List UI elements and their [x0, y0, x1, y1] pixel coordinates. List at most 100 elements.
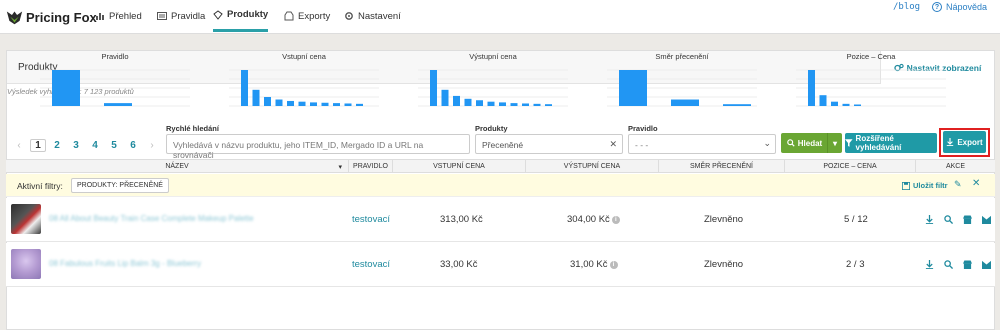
- rule-filter-select[interactable]: - - - ⌄: [628, 134, 776, 154]
- col-direction[interactable]: SMĚR PŘECENĚNÍ: [659, 160, 785, 173]
- download-icon[interactable]: [924, 214, 935, 225]
- pagination-page-5[interactable]: 5: [106, 140, 122, 151]
- histogram-bar[interactable]: [476, 100, 483, 106]
- histogram-bar[interactable]: [441, 89, 449, 106]
- download-icon[interactable]: [924, 259, 935, 270]
- search-button[interactable]: Hledat ▾: [781, 133, 842, 153]
- histogram-bar[interactable]: [671, 99, 699, 106]
- export-button[interactable]: Export: [943, 131, 986, 153]
- chart-output-price-plot: [418, 69, 568, 107]
- zoom-icon[interactable]: [943, 259, 954, 270]
- histogram-bar[interactable]: [430, 70, 437, 106]
- histogram-bar[interactable]: [344, 103, 352, 106]
- histogram-bar[interactable]: [104, 103, 132, 106]
- save-filter-button[interactable]: Uložit filtr: [902, 181, 948, 190]
- mergado-icon[interactable]: [981, 214, 992, 225]
- pagination-page-1[interactable]: 1: [30, 138, 46, 152]
- histogram-bar[interactable]: [842, 103, 850, 106]
- info-icon[interactable]: i: [611, 215, 620, 224]
- histogram-bar[interactable]: [453, 95, 460, 106]
- histogram-bar[interactable]: [831, 101, 838, 106]
- info-icon[interactable]: i: [609, 260, 618, 269]
- chart-input-price: Vstupní cena: [229, 52, 379, 108]
- histogram-bar[interactable]: [819, 95, 827, 106]
- pagination-prev[interactable]: ‹: [11, 140, 27, 151]
- col-input-price[interactable]: VSTUPNÍ CENA: [393, 160, 526, 173]
- pagination-page-6[interactable]: 6: [125, 140, 141, 151]
- help-link[interactable]: ? Nápověda: [932, 2, 987, 12]
- histogram-bar[interactable]: [321, 102, 329, 106]
- histogram-bar[interactable]: [854, 104, 861, 107]
- histogram-bar[interactable]: [264, 97, 271, 106]
- products-filter-select[interactable]: Přeceněné ✕: [475, 134, 623, 154]
- histogram-bar[interactable]: [499, 102, 506, 106]
- search-button-label: Hledat: [797, 138, 823, 148]
- histogram-bar[interactable]: [522, 103, 529, 106]
- col-direction-label: SMĚR PŘECENĚNÍ: [689, 163, 753, 170]
- nav-products[interactable]: Produkty: [213, 0, 269, 32]
- histogram-bar[interactable]: [808, 70, 815, 106]
- row-direction: Zlevněno: [704, 214, 744, 225]
- quick-search-input[interactable]: Vyhledává v názvu produktu, jeho ITEM_ID…: [166, 134, 470, 160]
- brand-logo[interactable]: Pricing Fox: [6, 7, 97, 27]
- histogram-bar[interactable]: [333, 103, 340, 106]
- histogram-bar[interactable]: [464, 98, 472, 106]
- chart-rule-plot: [40, 69, 190, 107]
- zoom-icon[interactable]: [943, 214, 954, 225]
- col-input-price-label: VSTUPNÍ CENA: [433, 163, 485, 170]
- rule-filter-value: - - -: [635, 140, 649, 150]
- pagination-page-2[interactable]: 2: [49, 140, 65, 151]
- histogram-bar[interactable]: [310, 102, 317, 106]
- nav-overview[interactable]: Přehled: [95, 0, 142, 32]
- product-name[interactable]: 08 All About Beauty Train Case Complete …: [49, 214, 254, 223]
- histogram-bar[interactable]: [275, 99, 283, 106]
- histogram-bar[interactable]: [619, 70, 647, 106]
- nav-rules[interactable]: Pravidla: [157, 0, 205, 32]
- table-row[interactable]: 08 Fabulous Fruits Lip Balm 3g - Blueber…: [6, 243, 995, 287]
- histogram-bar[interactable]: [510, 103, 518, 106]
- col-rule[interactable]: PRAVIDLO: [349, 160, 393, 173]
- row-rule[interactable]: testovací: [352, 243, 390, 286]
- row-rule[interactable]: testovací: [352, 198, 390, 241]
- histogram-bar[interactable]: [252, 89, 260, 106]
- histogram-bar[interactable]: [545, 104, 552, 106]
- shop-icon[interactable]: [962, 259, 973, 270]
- col-position[interactable]: POZICE – CENA: [785, 160, 916, 173]
- active-filters-label: Aktivní filtry:: [17, 181, 63, 191]
- histogram-bar[interactable]: [723, 104, 751, 106]
- col-rule-label: PRAVIDLO: [353, 163, 388, 170]
- pagination-page-3[interactable]: 3: [68, 140, 84, 151]
- edit-filter-icon[interactable]: ✎: [954, 179, 962, 190]
- histogram-bar[interactable]: [356, 103, 363, 106]
- mergado-icon[interactable]: [981, 259, 992, 270]
- histogram-bar[interactable]: [533, 103, 541, 106]
- close-filter-icon[interactable]: ✕: [972, 178, 980, 189]
- nav-settings[interactable]: Nastavení: [344, 0, 401, 32]
- product-name[interactable]: 08 Fabulous Fruits Lip Balm 3g - Blueber…: [49, 259, 201, 268]
- histogram-bar[interactable]: [52, 70, 80, 106]
- blog-link[interactable]: /blog: [893, 2, 920, 12]
- pagination-next[interactable]: ›: [144, 140, 160, 151]
- table-row[interactable]: 08 All About Beauty Train Case Complete …: [6, 198, 995, 242]
- sort-down-icon: ▾: [338, 163, 342, 171]
- product-thumbnail[interactable]: [11, 249, 41, 279]
- search-dropdown-toggle[interactable]: ▾: [827, 133, 842, 153]
- histogram-bar[interactable]: [241, 70, 248, 106]
- pagination-page-4[interactable]: 4: [87, 140, 103, 151]
- shop-icon[interactable]: [962, 214, 973, 225]
- product-thumbnail[interactable]: [11, 204, 41, 234]
- settings-icon: [344, 11, 354, 21]
- products-icon: [213, 9, 223, 20]
- histogram-bar[interactable]: [487, 101, 495, 106]
- nav-rules-label: Pravidla: [171, 10, 206, 22]
- advanced-search-button[interactable]: Rozšířené vyhledávání: [845, 133, 937, 153]
- filter-icon: [845, 139, 853, 147]
- col-name[interactable]: NÁZEV ▾: [6, 160, 349, 173]
- nav-exports[interactable]: Exporty: [284, 0, 330, 32]
- col-output-price[interactable]: VÝSTUPNÍ CENA: [526, 160, 659, 173]
- histogram-bar[interactable]: [298, 101, 306, 106]
- clear-icon[interactable]: ✕: [609, 139, 617, 150]
- help-label: Nápověda: [946, 2, 988, 12]
- active-filter-chip[interactable]: PRODUKTY: PŘECENĚNÉ: [71, 178, 169, 193]
- histogram-bar[interactable]: [287, 100, 294, 106]
